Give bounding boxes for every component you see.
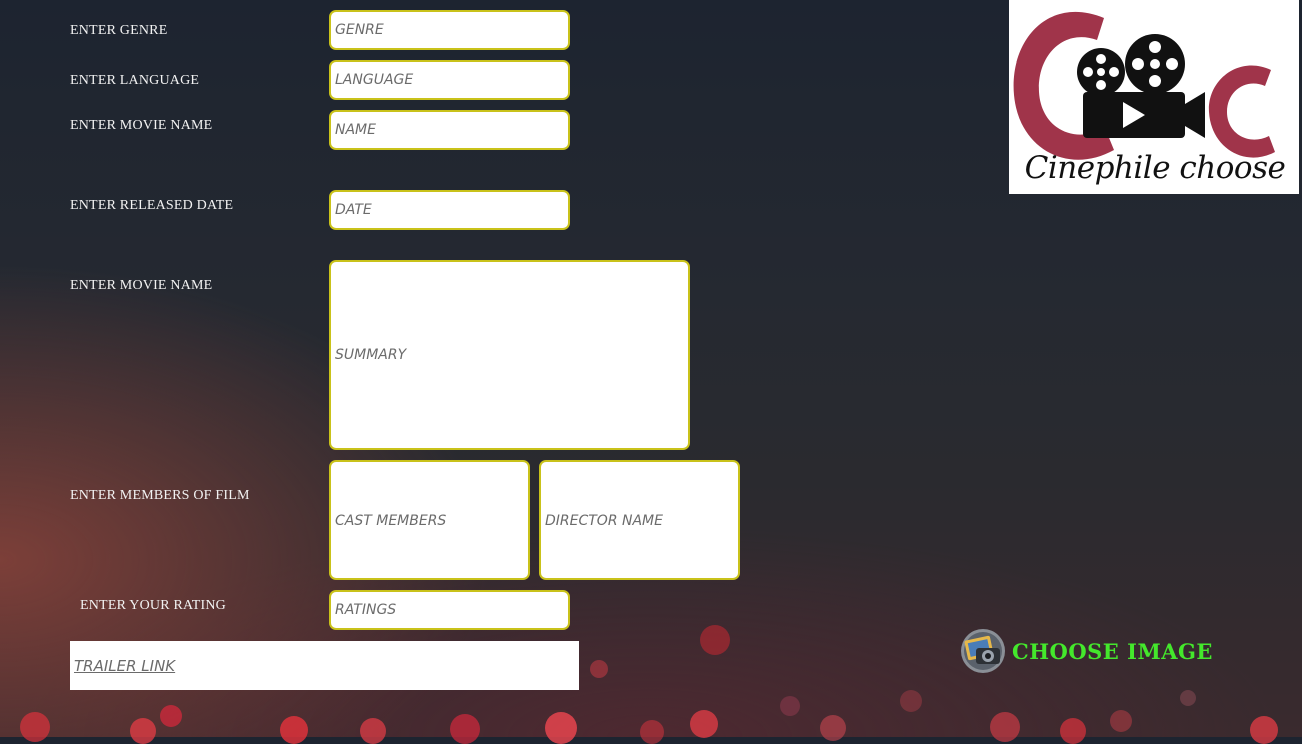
cast-members-placeholder: CAST MEMBERS bbox=[335, 513, 447, 529]
trailer-link-placeholder: TRAILER LINK bbox=[74, 656, 176, 675]
members-label: ENTER MEMBERS OF FILM bbox=[70, 488, 250, 503]
language-label: ENTER LANGUAGE bbox=[70, 73, 200, 88]
summary-textarea[interactable]: SUMMARY bbox=[329, 260, 690, 450]
language-input[interactable] bbox=[329, 60, 570, 100]
release-date-label: ENTER RELEASED DATE bbox=[70, 198, 234, 213]
director-name-textarea[interactable]: DIRECTOR NAME bbox=[539, 460, 740, 580]
movie-name-label: ENTER MOVIE NAME bbox=[70, 118, 213, 133]
logo-text: Cinephile choose bbox=[1024, 150, 1286, 186]
genre-label: ENTER GENRE bbox=[70, 23, 168, 38]
film-camera-icon bbox=[1013, 11, 1275, 160]
summary-label: ENTER MOVIE NAME bbox=[70, 278, 213, 293]
choose-image-label: CHOOSE IMAGE bbox=[1012, 638, 1213, 664]
cinephile-logo: Cinephile choose bbox=[1009, 0, 1299, 194]
trailer-link-input[interactable]: TRAILER LINK bbox=[70, 641, 579, 690]
genre-input[interactable] bbox=[329, 10, 570, 50]
movie-name-input[interactable] bbox=[329, 110, 570, 150]
cast-members-textarea[interactable]: CAST MEMBERS bbox=[329, 460, 530, 580]
release-date-input[interactable] bbox=[329, 190, 570, 230]
rating-label: ENTER YOUR RATING bbox=[80, 598, 226, 613]
summary-placeholder: SUMMARY bbox=[335, 347, 407, 363]
rating-input[interactable] bbox=[329, 590, 570, 630]
director-name-placeholder: DIRECTOR NAME bbox=[545, 513, 663, 529]
photo-camera-icon bbox=[961, 629, 1005, 673]
choose-image-button[interactable]: CHOOSE IMAGE bbox=[960, 628, 1213, 674]
